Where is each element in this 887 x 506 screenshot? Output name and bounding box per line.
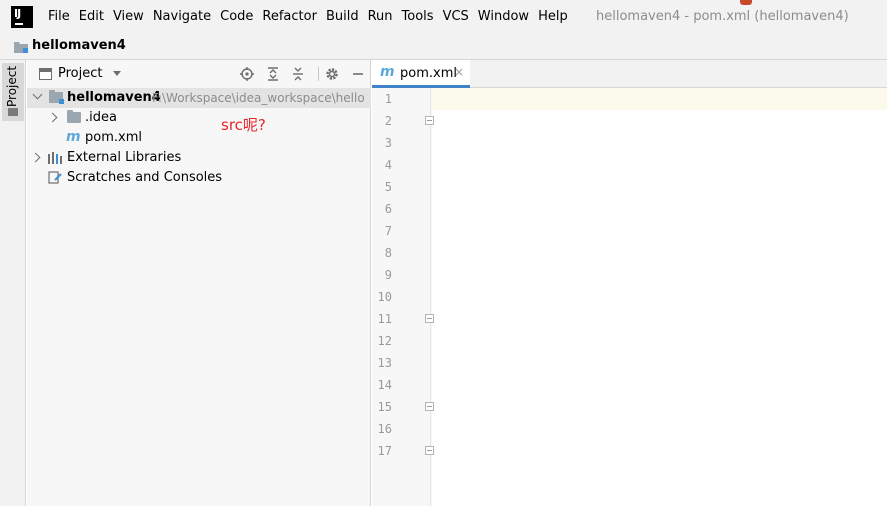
minimize-icon[interactable] — [350, 66, 366, 82]
line-number: 14 — [377, 378, 392, 392]
line-number: 16 — [377, 422, 392, 436]
menu-navigate[interactable]: Navigate — [153, 9, 211, 24]
line-number: 2 — [384, 114, 392, 128]
tree-row-scratches[interactable]: Scratches and Consoles — [27, 168, 371, 188]
intellij-logo-icon[interactable]: IJ — [11, 6, 33, 28]
fold-marker-icon[interactable] — [425, 116, 434, 125]
menu-edit[interactable]: Edit — [79, 9, 104, 24]
line-number: 9 — [384, 268, 392, 282]
line-number: 10 — [377, 290, 392, 304]
folder-icon — [14, 41, 28, 57]
window-title: hellomaven4 - pom.xml (hellomaven4) — [596, 9, 849, 24]
menu-window[interactable]: Window — [478, 9, 529, 24]
line-number: 6 — [384, 202, 392, 216]
line-number: 7 — [384, 224, 392, 238]
menu-run[interactable]: Run — [368, 9, 393, 24]
maven-icon: m — [380, 64, 395, 80]
tab-pom-xml[interactable]: m pom.xml × — [372, 60, 470, 88]
gear-icon[interactable] — [324, 66, 340, 82]
menu-view[interactable]: View — [113, 9, 144, 24]
menu-help[interactable]: Help — [538, 9, 568, 24]
line-number: 17 — [377, 444, 392, 458]
line-number: 13 — [377, 356, 392, 370]
scratches-icon — [48, 171, 63, 185]
project-tool-tab-label: Project — [5, 65, 19, 107]
gutter-divider — [430, 88, 431, 506]
left-tool-strip: Project — [0, 60, 26, 506]
chevron-right-icon[interactable] — [47, 112, 58, 123]
background-app-icon — [740, 0, 752, 5]
fold-marker-icon[interactable] — [425, 402, 434, 411]
chevron-right-icon[interactable] — [30, 152, 41, 163]
tree-pom-label: pom.xml — [85, 130, 142, 145]
locate-icon[interactable] — [239, 66, 255, 82]
project-panel-header: Project — [27, 60, 371, 88]
project-view-icon — [8, 108, 18, 116]
expand-all-icon[interactable] — [265, 66, 281, 82]
line-number-gutter: 1 2 3 4 5 6 7 8 9 10 11 12 13 14 15 16 17 — [372, 88, 434, 506]
project-tool-tab[interactable]: Project — [2, 63, 24, 121]
line-number: 15 — [377, 400, 392, 414]
tree-row-idea[interactable]: .idea — [27, 108, 371, 128]
tree-root-path: F:\Workspace\idea_workspace\hello — [152, 91, 365, 105]
tab-pom-xml-label: pom.xml — [400, 66, 457, 81]
menu-bar: IJ File Edit View Navigate Code Refactor… — [0, 0, 887, 34]
navigation-bar: hellomaven4 — [0, 34, 887, 60]
tree-scratches-label: Scratches and Consoles — [67, 170, 223, 185]
tree-idea-label: .idea — [85, 110, 117, 125]
line-number: 8 — [384, 246, 392, 260]
folder-icon — [49, 90, 64, 104]
chevron-down-icon[interactable] — [32, 89, 43, 100]
libraries-icon — [48, 152, 62, 164]
tree-row-external-libraries[interactable]: External Libraries — [27, 148, 371, 168]
fold-marker-icon[interactable] — [425, 314, 434, 323]
menu-code[interactable]: Code — [220, 9, 253, 24]
menu-file[interactable]: File — [48, 9, 70, 24]
menu-refactor[interactable]: Refactor — [262, 9, 317, 24]
line-number: 12 — [377, 334, 392, 348]
line-number: 3 — [384, 136, 392, 150]
toolbar-separator — [318, 67, 319, 81]
fold-marker-icon[interactable] — [425, 446, 434, 455]
project-panel: Project hellomaven4 F:\Workspace\idea_wo… — [27, 60, 371, 506]
tree-external-libraries-label: External Libraries — [67, 150, 182, 165]
line-number: 4 — [384, 158, 392, 172]
line-number: 11 — [377, 312, 392, 326]
close-icon[interactable]: × — [454, 65, 464, 79]
tree-row-root[interactable]: hellomaven4 F:\Workspace\idea_workspace\… — [27, 88, 371, 108]
tree-root-name: hellomaven4 — [67, 90, 161, 105]
breadcrumb-project[interactable]: hellomaven4 — [32, 38, 126, 53]
chevron-down-icon[interactable] — [113, 71, 121, 76]
line-number: 5 — [384, 180, 392, 194]
menu-tools[interactable]: Tools — [402, 9, 434, 24]
current-line-highlight — [372, 88, 887, 110]
project-view-icon — [39, 68, 52, 80]
line-number: 1 — [384, 92, 392, 106]
main-menu: File Edit View Navigate Code Refactor Bu… — [48, 9, 577, 24]
folder-icon — [67, 110, 81, 123]
maven-icon: m — [66, 129, 81, 145]
project-panel-title[interactable]: Project — [58, 66, 102, 81]
editor-tab-bar: m pom.xml × — [372, 60, 887, 88]
editor-area: m pom.xml × 1234567891011121314151617 <?… — [372, 60, 887, 506]
tree-row-pom[interactable]: m pom.xml — [27, 128, 371, 148]
handwritten-annotation: src呢? — [221, 116, 266, 134]
menu-vcs[interactable]: VCS — [443, 9, 469, 24]
menu-build[interactable]: Build — [326, 9, 359, 24]
collapse-all-icon[interactable] — [290, 66, 306, 82]
